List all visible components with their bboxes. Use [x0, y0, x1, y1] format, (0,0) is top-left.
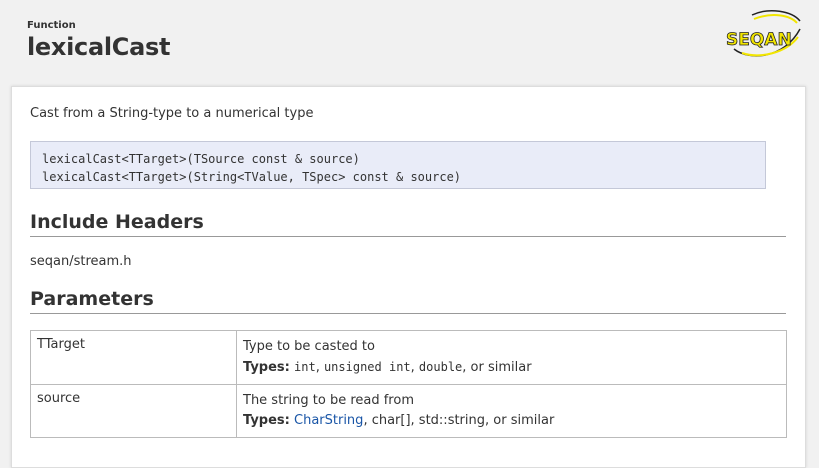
- include-file: seqan/stream.h: [30, 254, 132, 269]
- charstring-link[interactable]: CharString: [294, 413, 363, 428]
- parameters-table: TTarget Type to be casted to Types: int,…: [30, 330, 787, 438]
- types-rest: , char[], std::string, or similar: [363, 413, 555, 428]
- param-description-text: The string to be read from: [243, 393, 414, 408]
- type-name: unsigned int: [323, 360, 411, 374]
- page-title: lexicalCast: [27, 33, 171, 61]
- param-name: TTarget: [30, 330, 237, 385]
- seqan-logo[interactable]: SEQAN: [724, 9, 808, 61]
- param-description: The string to be read from Types: CharSt…: [236, 384, 787, 438]
- signature-line: lexicalCast<TTarget>(String<TValue, TSpe…: [42, 170, 462, 184]
- table-row: TTarget Type to be casted to Types: int,…: [30, 330, 787, 385]
- types-label: Types:: [243, 360, 290, 375]
- heading-divider: [30, 236, 786, 237]
- param-types: Types: CharString, char[], std::string, …: [243, 411, 780, 431]
- signature-block: lexicalCast<TTarget>(TSource const & sou…: [30, 141, 766, 189]
- type-name: int: [294, 360, 316, 374]
- heading-divider: [30, 313, 786, 314]
- param-types: Types: int, unsigned int, double, or sim…: [243, 360, 532, 375]
- entity-kind-label: Function: [27, 20, 76, 31]
- include-headers-heading: Include Headers: [30, 211, 204, 233]
- signature-line: lexicalCast<TTarget>(TSource const & sou…: [42, 152, 360, 166]
- types-suffix: , or similar: [462, 360, 532, 375]
- param-description: Type to be casted to Types: int, unsigne…: [236, 330, 787, 385]
- svg-text:SEQAN: SEQAN: [726, 30, 792, 50]
- page-header: Function lexicalCast SEQAN: [0, 0, 819, 82]
- types-label: Types:: [243, 413, 290, 428]
- param-name: source: [30, 384, 237, 438]
- function-summary: Cast from a String-type to a numerical t…: [30, 106, 314, 121]
- table-row: source The string to be read from Types:…: [30, 384, 787, 438]
- parameters-heading: Parameters: [30, 288, 154, 310]
- param-description-text: Type to be casted to: [243, 339, 375, 354]
- content-card: Cast from a String-type to a numerical t…: [11, 86, 806, 468]
- type-name: double: [418, 360, 463, 374]
